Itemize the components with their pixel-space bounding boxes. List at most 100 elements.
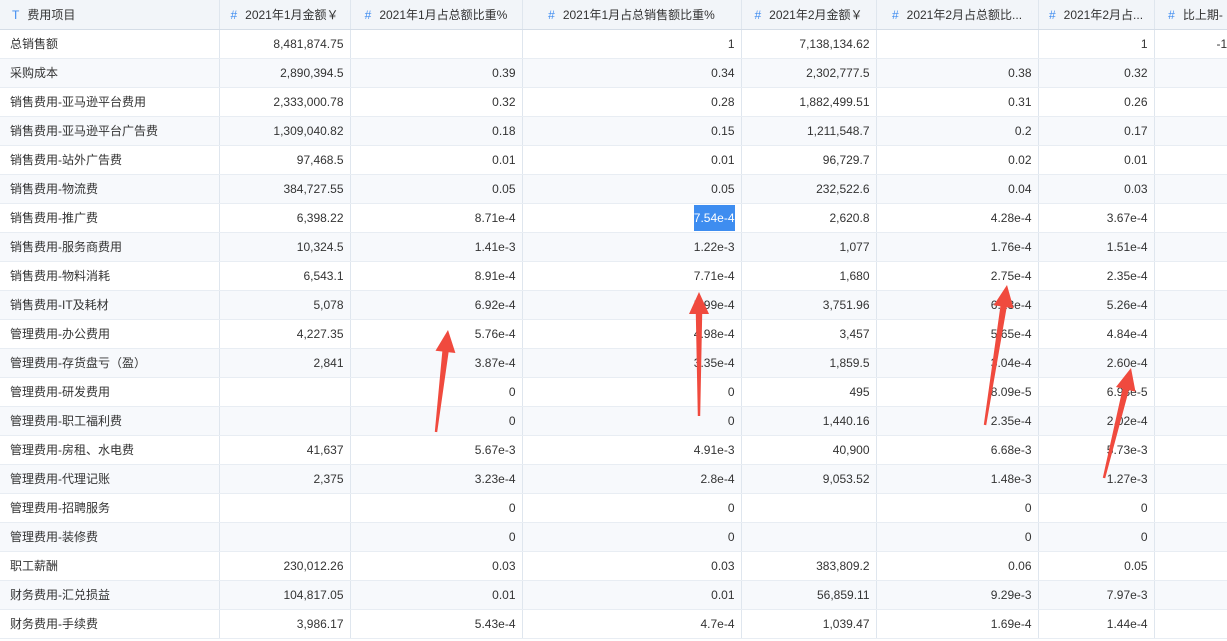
data-cell[interactable]: 0.18 bbox=[350, 116, 523, 146]
data-cell[interactable]: 8,481,874.75 bbox=[219, 29, 351, 59]
data-cell[interactable]: 0 bbox=[1038, 493, 1155, 523]
data-cell[interactable]: 3.23e-4 bbox=[350, 464, 523, 494]
column-header-6[interactable]: #2021年2月占... bbox=[1038, 0, 1155, 30]
data-cell[interactable]: 2,841 bbox=[219, 348, 351, 378]
data-cell[interactable]: 2,333,000.78 bbox=[219, 87, 351, 117]
data-cell[interactable]: 1,680 bbox=[741, 261, 877, 291]
data-cell[interactable]: 1.69e-4 bbox=[876, 609, 1039, 639]
data-cell[interactable]: 0.05 bbox=[350, 174, 523, 204]
data-cell[interactable]: 9,053.52 bbox=[741, 464, 877, 494]
data-cell[interactable]: 0.04 bbox=[876, 174, 1039, 204]
data-cell[interactable]: 4.91e-3 bbox=[522, 435, 742, 465]
data-cell[interactable]: 1 bbox=[1038, 29, 1155, 59]
data-cell[interactable]: 0.32 bbox=[1038, 58, 1155, 88]
data-cell[interactable]: 0 bbox=[522, 406, 742, 436]
data-cell[interactable]: 3,457 bbox=[741, 319, 877, 349]
data-cell[interactable] bbox=[219, 522, 351, 552]
data-cell[interactable]: 2,890,394.5 bbox=[219, 58, 351, 88]
column-header-1[interactable]: #2021年1月金额￥ bbox=[219, 0, 351, 30]
data-cell[interactable] bbox=[1154, 58, 1227, 88]
data-cell[interactable]: 0.06 bbox=[876, 551, 1039, 581]
data-cell[interactable] bbox=[1154, 377, 1227, 407]
data-cell[interactable]: 1.41e-3 bbox=[350, 232, 523, 262]
row-label-cell[interactable]: 管理费用-招聘服务 bbox=[0, 493, 220, 523]
row-label-cell[interactable]: 财务费用-手续费 bbox=[0, 609, 220, 639]
data-cell[interactable]: 0 bbox=[1038, 522, 1155, 552]
data-cell[interactable]: 4.7e-4 bbox=[522, 609, 742, 639]
data-cell[interactable]: 1,440.16 bbox=[741, 406, 877, 436]
data-cell[interactable] bbox=[1154, 290, 1227, 320]
column-header-2[interactable]: #2021年1月占总额比重% bbox=[350, 0, 523, 30]
data-cell[interactable]: 7.97e-3 bbox=[1038, 580, 1155, 610]
data-cell[interactable]: 56,859.11 bbox=[741, 580, 877, 610]
data-cell[interactable]: 3.04e-4 bbox=[876, 348, 1039, 378]
data-cell[interactable] bbox=[741, 522, 877, 552]
data-cell[interactable]: 3.35e-4 bbox=[522, 348, 742, 378]
data-cell[interactable] bbox=[219, 377, 351, 407]
data-cell[interactable]: 2.60e-4 bbox=[1038, 348, 1155, 378]
data-cell[interactable] bbox=[1154, 261, 1227, 291]
data-cell[interactable]: 0.02 bbox=[876, 145, 1039, 175]
row-label-cell[interactable]: 销售费用-亚马逊平台广告费 bbox=[0, 116, 220, 146]
row-label-cell[interactable]: 销售费用-亚马逊平台费用 bbox=[0, 87, 220, 117]
data-cell[interactable]: 6,543.1 bbox=[219, 261, 351, 291]
data-cell[interactable]: 2.02e-4 bbox=[1038, 406, 1155, 436]
data-cell[interactable]: 6,398.22 bbox=[219, 203, 351, 233]
data-cell[interactable]: 1,077 bbox=[741, 232, 877, 262]
data-cell[interactable]: 5,078 bbox=[219, 290, 351, 320]
data-cell[interactable]: 40,900 bbox=[741, 435, 877, 465]
data-cell[interactable]: 0 bbox=[876, 522, 1039, 552]
data-cell[interactable] bbox=[1154, 145, 1227, 175]
row-label-cell[interactable]: 销售费用-推广费 bbox=[0, 203, 220, 233]
data-cell[interactable]: - bbox=[1154, 174, 1227, 204]
row-label-cell[interactable]: 管理费用-职工福利费 bbox=[0, 406, 220, 436]
data-cell[interactable]: 5.76e-4 bbox=[350, 319, 523, 349]
row-label-cell[interactable]: 管理费用-存货盘亏（盈） bbox=[0, 348, 220, 378]
data-cell[interactable]: 1 bbox=[522, 29, 742, 59]
data-cell[interactable]: 1.48e-3 bbox=[876, 464, 1039, 494]
data-cell[interactable]: 1,859.5 bbox=[741, 348, 877, 378]
data-cell[interactable] bbox=[741, 493, 877, 523]
column-header-4[interactable]: #2021年2月金额￥ bbox=[741, 0, 877, 30]
data-cell[interactable]: 0 bbox=[350, 493, 523, 523]
data-cell[interactable]: 5.73e-3 bbox=[1038, 435, 1155, 465]
data-cell[interactable] bbox=[1154, 580, 1227, 610]
data-cell[interactable]: 384,727.55 bbox=[219, 174, 351, 204]
data-cell[interactable]: 0 bbox=[350, 377, 523, 407]
column-header-3[interactable]: #2021年1月占总销售额比重% bbox=[522, 0, 742, 30]
data-cell[interactable]: 0 bbox=[522, 522, 742, 552]
data-cell[interactable]: 0.01 bbox=[1038, 145, 1155, 175]
data-cell[interactable]: 6.93e-5 bbox=[1038, 377, 1155, 407]
data-cell[interactable]: 5.67e-3 bbox=[350, 435, 523, 465]
data-cell[interactable]: 5.43e-4 bbox=[350, 609, 523, 639]
row-label-cell[interactable]: 财务费用-汇兑损益 bbox=[0, 580, 220, 610]
data-cell[interactable]: 0.39 bbox=[350, 58, 523, 88]
data-cell[interactable]: 1.51e-4 bbox=[1038, 232, 1155, 262]
row-label-cell[interactable]: 管理费用-装修费 bbox=[0, 522, 220, 552]
data-cell[interactable] bbox=[1154, 406, 1227, 436]
data-cell[interactable]: 2.8e-4 bbox=[522, 464, 742, 494]
data-cell[interactable]: 0.03 bbox=[522, 551, 742, 581]
data-cell[interactable]: 0.28 bbox=[522, 87, 742, 117]
data-cell[interactable]: 0.31 bbox=[876, 87, 1039, 117]
data-cell[interactable]: 7,138,134.62 bbox=[741, 29, 877, 59]
data-cell[interactable]: 0.15 bbox=[522, 116, 742, 146]
data-cell[interactable]: 0.32 bbox=[350, 87, 523, 117]
data-cell[interactable]: 41,637 bbox=[219, 435, 351, 465]
data-cell[interactable]: 0.26 bbox=[1038, 87, 1155, 117]
data-cell[interactable]: 3,751.96 bbox=[741, 290, 877, 320]
data-cell[interactable] bbox=[1154, 435, 1227, 465]
data-cell[interactable] bbox=[1154, 116, 1227, 146]
data-cell[interactable]: 104,817.05 bbox=[219, 580, 351, 610]
row-label-cell[interactable]: 销售费用-IT及耗材 bbox=[0, 290, 220, 320]
row-label-cell[interactable]: 销售费用-物流费 bbox=[0, 174, 220, 204]
data-cell[interactable]: 5.26e-4 bbox=[1038, 290, 1155, 320]
data-cell[interactable]: 1,211,548.7 bbox=[741, 116, 877, 146]
column-header-7[interactable]: # 比上期- bbox=[1154, 0, 1227, 30]
data-cell[interactable]: 6.68e-3 bbox=[876, 435, 1039, 465]
data-cell[interactable]: 1.76e-4 bbox=[876, 232, 1039, 262]
data-cell[interactable] bbox=[1154, 232, 1227, 262]
row-label-cell[interactable]: 总销售额 bbox=[0, 29, 220, 59]
data-cell[interactable]: 1,309,040.82 bbox=[219, 116, 351, 146]
data-cell[interactable]: 1.22e-3 bbox=[522, 232, 742, 262]
